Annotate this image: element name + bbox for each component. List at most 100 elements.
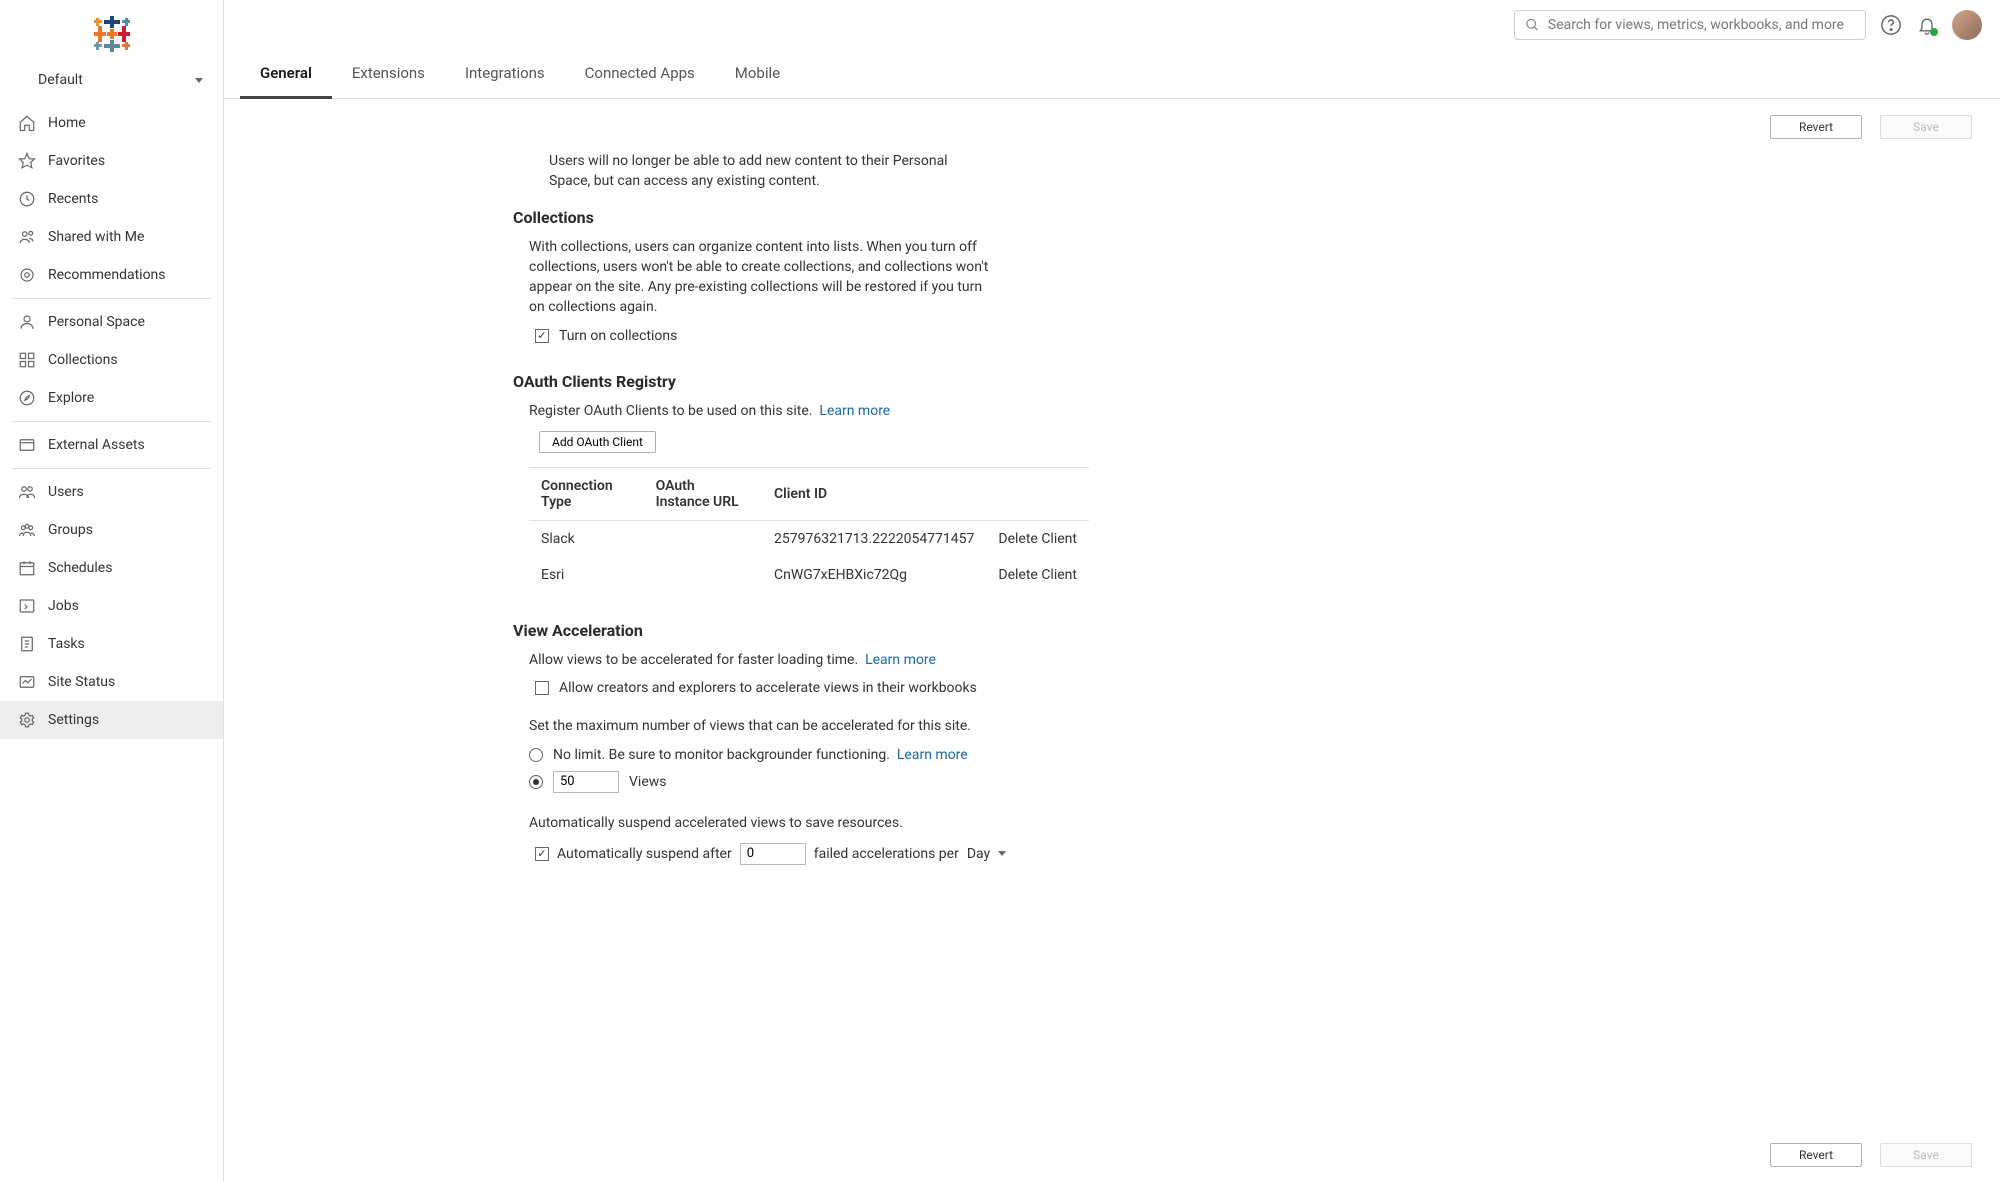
collections-title: Collections (513, 208, 1209, 227)
tab-integrations[interactable]: Integrations (445, 50, 565, 99)
sidebar-item-label: Favorites (48, 153, 105, 169)
site-selector[interactable]: Default (0, 62, 223, 104)
jobs-icon (18, 597, 36, 615)
action-bar-bottom: Revert Save (224, 1129, 2000, 1181)
sidebar-item-label: Collections (48, 352, 118, 368)
main: General Extensions Integrations Connecte… (224, 0, 2000, 1181)
sidebar-item-recommendations[interactable]: Recommendations (0, 256, 223, 294)
sidebar-item-recents[interactable]: Recents (0, 180, 223, 218)
no-limit-learn-more[interactable]: Learn more (897, 747, 968, 763)
oauth-table: Connection Type OAuth Instance URL Clien… (529, 467, 1089, 593)
collections-checkbox-label: Turn on collections (559, 328, 677, 344)
sidebar-item-label: Explore (48, 390, 94, 406)
sidebar-item-label: Users (48, 484, 84, 500)
sidebar-item-jobs[interactable]: Jobs (0, 587, 223, 625)
table-row: Esri CnWG7xEHBXic72Qg Delete Client (529, 557, 1089, 593)
sidebar-item-favorites[interactable]: Favorites (0, 142, 223, 180)
view-accel-learn-more[interactable]: Learn more (865, 652, 936, 668)
views-label: Views (629, 774, 667, 790)
clock-icon (18, 190, 36, 208)
sidebar-item-label: Groups (48, 522, 93, 538)
sidebar-item-label: Personal Space (48, 314, 145, 330)
sidebar-item-collections[interactable]: Collections (0, 341, 223, 379)
period-dropdown[interactable]: Day (967, 846, 1006, 862)
oauth-title: OAuth Clients Registry (513, 372, 1209, 391)
avatar[interactable] (1952, 10, 1982, 40)
sidebar-item-site-status[interactable]: Site Status (0, 663, 223, 701)
sidebar-item-label: Recommendations (48, 267, 166, 283)
period-value: Day (967, 846, 990, 862)
no-limit-label: No limit. Be sure to monitor backgrounde… (553, 747, 968, 763)
set-max-text: Set the maximum number of views that can… (529, 716, 999, 736)
notifications-button[interactable] (1916, 14, 1938, 36)
search-icon (1525, 17, 1540, 33)
sidebar-item-settings[interactable]: Settings (0, 701, 223, 739)
collections-checkbox[interactable] (535, 329, 549, 343)
views-limit-input[interactable] (553, 771, 619, 793)
sidebar-item-label: Jobs (48, 598, 79, 614)
notification-badge (1930, 28, 1938, 36)
delete-client-link[interactable]: Delete Client (986, 557, 1089, 593)
sidebar-item-label: Shared with Me (48, 229, 144, 245)
table-row: Slack 257976321713.2222054771457 Delete … (529, 521, 1089, 558)
views-limit-radio[interactable] (529, 775, 543, 789)
save-button[interactable]: Save (1880, 115, 1972, 139)
auto-suspend-input[interactable] (740, 843, 806, 865)
oauth-learn-more[interactable]: Learn more (819, 403, 890, 419)
allow-accelerate-checkbox[interactable] (535, 681, 549, 695)
tasks-icon (18, 635, 36, 653)
search-box[interactable] (1514, 10, 1866, 40)
col-connection-type: Connection Type (529, 468, 644, 521)
sidebar-item-schedules[interactable]: Schedules (0, 549, 223, 587)
allow-accelerate-label: Allow creators and explorers to accelera… (559, 680, 977, 696)
status-icon (18, 673, 36, 691)
view-accel-title: View Acceleration (513, 621, 1209, 640)
sidebar-item-personal-space[interactable]: Personal Space (0, 303, 223, 341)
sidebar-item-shared[interactable]: Shared with Me (0, 218, 223, 256)
sidebar-item-explore[interactable]: Explore (0, 379, 223, 417)
tab-extensions[interactable]: Extensions (332, 50, 445, 99)
sidebar-item-label: Tasks (48, 636, 85, 652)
tab-mobile[interactable]: Mobile (715, 50, 800, 99)
sidebar-item-label: Schedules (48, 560, 112, 576)
sidebar-item-external-assets[interactable]: External Assets (0, 426, 223, 464)
tabs: General Extensions Integrations Connecte… (224, 50, 2000, 99)
sidebar-item-home[interactable]: Home (0, 104, 223, 142)
auto-suspend-checkbox[interactable] (535, 847, 549, 861)
revert-button[interactable]: Revert (1770, 115, 1862, 139)
collections-icon (18, 351, 36, 369)
cell-instance-url (644, 521, 762, 558)
col-client-id: Client ID (762, 468, 986, 521)
sidebar-item-label: External Assets (48, 437, 145, 453)
nav: Home Favorites Recents Shared with Me Re… (0, 104, 223, 739)
users-icon (18, 483, 36, 501)
add-oauth-client-button[interactable]: Add OAuth Client (539, 431, 656, 453)
section-collections: Collections With collections, users can … (529, 208, 1209, 344)
table-header: Connection Type OAuth Instance URL Clien… (529, 468, 1089, 521)
site-name: Default (38, 72, 83, 88)
section-view-acceleration: View Acceleration Allow views to be acce… (529, 621, 1209, 865)
sidebar-item-label: Home (48, 115, 86, 131)
topbar (224, 0, 2000, 50)
revert-button[interactable]: Revert (1770, 1143, 1862, 1167)
cell-connection-type: Slack (529, 521, 644, 558)
view-accel-desc: Allow views to be accelerated for faster… (529, 650, 999, 670)
no-limit-radio[interactable] (529, 748, 543, 762)
divider (12, 468, 211, 469)
tab-connected-apps[interactable]: Connected Apps (565, 50, 715, 99)
sidebar-item-tasks[interactable]: Tasks (0, 625, 223, 663)
sidebar: Default Home Favorites Recents Shared wi… (0, 0, 224, 1181)
external-assets-icon (18, 436, 36, 454)
search-input[interactable] (1548, 17, 1855, 33)
col-instance-url: OAuth Instance URL (644, 468, 762, 521)
help-button[interactable] (1880, 14, 1902, 36)
oauth-desc: Register OAuth Clients to be used on thi… (529, 401, 999, 421)
tab-general[interactable]: General (240, 50, 332, 99)
sidebar-item-groups[interactable]: Groups (0, 511, 223, 549)
cell-connection-type: Esri (529, 557, 644, 593)
save-button[interactable]: Save (1880, 1143, 1972, 1167)
action-bar-top: Revert Save (224, 99, 2000, 139)
delete-client-link[interactable]: Delete Client (986, 521, 1089, 558)
calendar-icon (18, 559, 36, 577)
sidebar-item-users[interactable]: Users (0, 473, 223, 511)
